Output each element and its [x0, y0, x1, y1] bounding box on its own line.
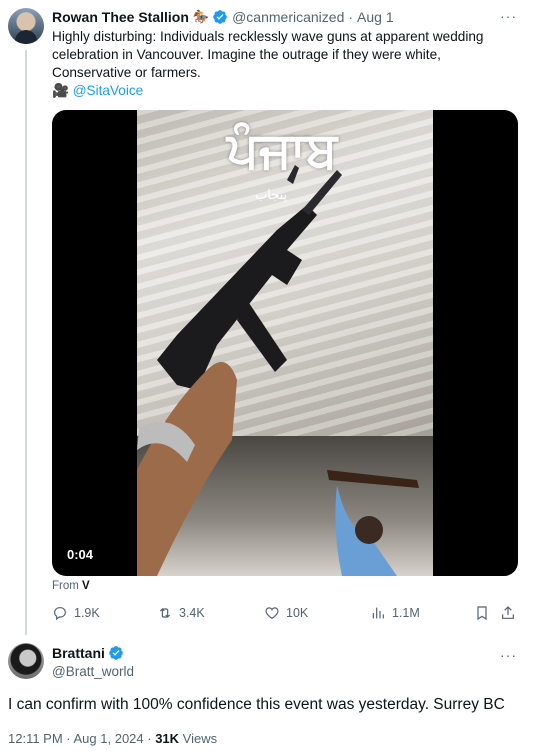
reply-view-count: 31K — [155, 731, 180, 746]
from-label: From — [52, 580, 79, 592]
reply-button[interactable]: 1.9K — [52, 605, 100, 621]
tweet-text-line: Highly disturbing: Individuals recklessl… — [52, 29, 484, 44]
from-source-link[interactable]: V — [82, 580, 90, 592]
verified-badge-icon — [109, 646, 123, 660]
repost-icon — [159, 608, 171, 618]
thread-connector-line — [25, 50, 27, 635]
repost-button[interactable]: 3.4K — [157, 605, 205, 621]
reply-timestamp[interactable]: 12:11 PM · Aug 1, 2024 · — [8, 731, 155, 746]
more-options-icon[interactable]: ··· — [500, 8, 517, 24]
verified-badge-icon — [213, 10, 227, 24]
repost-count: 3.4K — [179, 606, 205, 620]
raised-rifle-illustration — [137, 165, 419, 576]
reply-author-header: Brattani — [52, 645, 124, 661]
reply-tweet-text: I can confirm with 100% confidence this … — [8, 696, 505, 713]
reply-author-name[interactable]: Brattani — [52, 645, 105, 661]
like-count: 10K — [286, 606, 309, 620]
video-camera-emoji: 🎥 — [52, 83, 69, 98]
author-handle[interactable]: @canmericanized — [232, 8, 344, 26]
quoted-tweet-text: Highly disturbing: Individuals recklessl… — [52, 28, 522, 100]
media-source-attribution: From V — [52, 580, 90, 592]
bookmark-icon — [477, 606, 487, 621]
view-count: 1.1M — [392, 606, 420, 620]
bookmark-button[interactable] — [474, 605, 496, 621]
horse-racing-emoji: 🏇 — [192, 9, 210, 24]
tweet-action-bar: 1.9K 3.4K 10K 1.1M — [52, 605, 522, 625]
share-icon — [502, 606, 514, 619]
dot-separator: · — [348, 9, 354, 25]
like-button[interactable]: 10K — [264, 605, 308, 621]
quoted-tweet-header: Rowan Thee Stallion 🏇 @canmericanized · … — [52, 8, 394, 26]
tweet-text-line: Conservative or farmers. — [52, 65, 201, 80]
more-options-icon[interactable]: ··· — [500, 647, 517, 663]
share-button[interactable] — [500, 605, 522, 621]
reply-views-label: Views — [179, 731, 218, 746]
tweet-text-line: celebration in Vancouver. Imagine the ou… — [52, 47, 441, 62]
reply-tweet-meta: 12:11 PM · Aug 1, 2024 · 31K Views — [8, 731, 217, 746]
author-avatar[interactable] — [8, 8, 44, 44]
views-button[interactable]: 1.1M — [370, 605, 420, 621]
video-frame[interactable]: ਪੰਜਾਬ پنجاب — [137, 110, 433, 576]
credit-mention-link[interactable]: @SitaVoice — [73, 83, 143, 98]
tweet-time[interactable]: Aug 1 — [357, 8, 394, 26]
video-player[interactable]: ਪੰਜਾਬ پنجاب 0:04 — [52, 110, 518, 576]
reply-author-handle[interactable]: @Bratt_world — [52, 664, 134, 679]
author-name[interactable]: Rowan Thee Stallion — [52, 8, 189, 26]
reply-author-avatar[interactable] — [8, 643, 44, 679]
analytics-bar-icon — [372, 607, 384, 619]
heart-icon — [265, 607, 279, 620]
reply-count: 1.9K — [74, 606, 100, 620]
reply-icon — [54, 607, 66, 621]
video-duration: 0:04 — [62, 545, 99, 564]
